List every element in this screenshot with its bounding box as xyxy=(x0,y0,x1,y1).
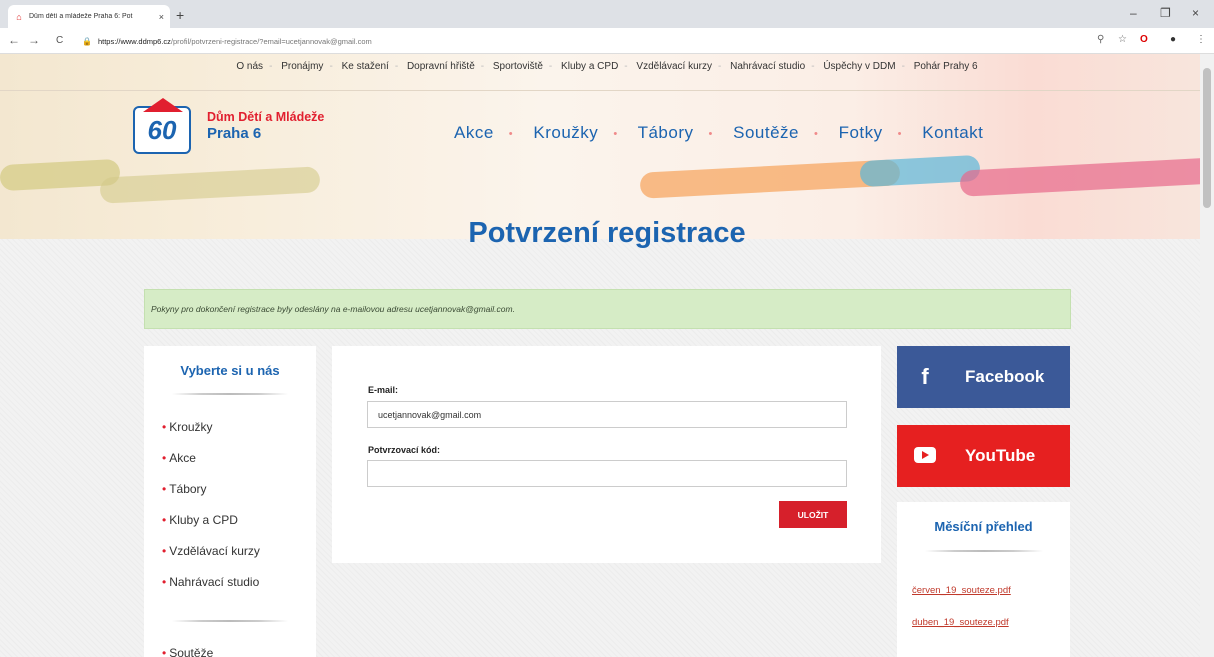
sidebar-item-krouzky[interactable]: • Kroužky xyxy=(162,420,278,451)
mainnav-krouzky[interactable]: Kroužky xyxy=(533,123,598,142)
monthly-divider xyxy=(925,550,1043,552)
logo-number: 60 xyxy=(147,114,177,145)
youtube-button[interactable]: YouTube xyxy=(897,425,1070,487)
opera-extension-icon[interactable]: O xyxy=(1140,34,1148,45)
confirmation-form: E-mail: Potvrzovací kód: ULOŽIT xyxy=(332,346,881,563)
topnav-ke-stazeni[interactable]: Ke stažení xyxy=(342,61,389,72)
sidebar-item-tabory[interactable]: • Tábory xyxy=(162,482,278,513)
site-favicon-icon: ⌂ xyxy=(16,11,22,22)
monthly-link-cerven[interactable]: červen_19_souteze.pdf xyxy=(912,585,1011,596)
email-label: E-mail: xyxy=(368,385,399,395)
page-scrollbar[interactable] xyxy=(1200,54,1214,657)
maximize-button[interactable]: ❐ xyxy=(1160,6,1171,20)
confirmation-code-field[interactable] xyxy=(367,460,847,487)
url-field[interactable]: 🔒 https://www.ddmp6.cz /profil/potvrzeni… xyxy=(82,32,1082,50)
sidebar-item-akce[interactable]: • Akce xyxy=(162,451,278,482)
sidebar-item-nahravaci-studio[interactable]: • Nahrávací studio xyxy=(162,575,278,606)
sidebar-heading: Vyberte si u nás xyxy=(180,363,280,378)
mainnav-souteze[interactable]: Soutěže xyxy=(733,123,799,142)
monthly-link-duben[interactable]: duben_19_souteze.pdf xyxy=(912,617,1009,628)
header-divider xyxy=(0,90,1214,91)
logo-roof-icon xyxy=(143,98,183,112)
top-navigation: O nás - Pronájmy - Ke stažení - Dopravní hř… xyxy=(236,61,978,72)
success-notice: Pokyny pro dokončení registrace byly ode… xyxy=(144,289,1071,329)
topnav-pronajmy[interactable]: Pronájmy xyxy=(281,61,323,72)
topnav-o-nas[interactable]: O nás xyxy=(236,61,263,72)
monthly-heading: Měsíční přehled xyxy=(934,519,1033,534)
sidebar-item-souteze[interactable]: • Soutěže xyxy=(162,646,278,657)
facebook-button[interactable]: f Facebook xyxy=(897,346,1070,408)
extension-icon[interactable]: ● xyxy=(1170,34,1176,45)
topnav-nahravaci-studio[interactable]: Nahrávací studio xyxy=(730,61,805,72)
sidebar-divider-2 xyxy=(172,620,288,622)
topnav-pohar-prahy-6[interactable]: Pohár Prahy 6 xyxy=(914,61,978,72)
scrollbar-thumb[interactable] xyxy=(1203,68,1211,208)
facebook-label: Facebook xyxy=(965,367,1045,386)
address-bar-row: ← → C 🔒 https://www.ddmp6.cz /profil/pot… xyxy=(0,28,1214,54)
brand-name-line1[interactable]: Dům Dětí a Mládeže xyxy=(207,110,324,124)
sidebar: Vyberte si u nás • Kroužky • Akce • Tábory … xyxy=(144,346,316,657)
topnav-uspechy-v-ddm[interactable]: Úspěchy v DDM xyxy=(823,61,895,72)
topnav-kluby-a-cpd[interactable]: Kluby a CPD xyxy=(561,61,618,72)
main-navigation: Akce • Kroužky • Tábory • Soutěže • Fotky • K… xyxy=(454,123,984,142)
sidebar-item-kluby-a-cpd[interactable]: • Kluby a CPD xyxy=(162,513,278,544)
mainnav-fotky[interactable]: Fotky xyxy=(839,123,883,142)
forward-button[interactable]: → xyxy=(28,33,40,47)
close-window-button[interactable]: × xyxy=(1192,6,1199,20)
topnav-dopravni-hriste[interactable]: Dopravní hřiště xyxy=(407,61,475,72)
menu-kebab-icon[interactable]: ⋮ xyxy=(1196,34,1206,45)
mainnav-akce[interactable]: Akce xyxy=(454,123,494,142)
facebook-icon: f xyxy=(921,364,929,389)
page-title: Potvrzení registrace xyxy=(468,217,746,249)
sidebar-divider xyxy=(172,393,288,395)
url-path: /profil/potvrzeni-registrace/?email=ucet… xyxy=(170,36,372,46)
back-button[interactable]: ← xyxy=(8,33,20,47)
tab-title: Dům dětí a mládeže Praha 6: Pot xyxy=(29,13,133,20)
browser-tab[interactable]: ⌂ Dům dětí a mládeže Praha 6: Pot × xyxy=(8,5,170,28)
new-tab-button[interactable]: + xyxy=(176,7,184,23)
web-page: O nás - Pronájmy - Ke stažení - Dopravní hř… xyxy=(0,54,1214,657)
youtube-icon xyxy=(897,443,953,469)
lock-icon: 🔒 xyxy=(82,36,92,46)
minimize-button[interactable]: – xyxy=(1130,6,1137,20)
mainnav-tabory[interactable]: Tábory xyxy=(638,123,694,142)
brand-name-line2[interactable]: Praha 6 xyxy=(207,125,261,142)
reload-button[interactable]: C xyxy=(56,35,63,46)
zoom-icon[interactable]: ⚲ xyxy=(1097,34,1104,45)
sidebar-list: • Kroužky • Akce • Tábory • Kluby a CPD • Vzd… xyxy=(162,420,288,657)
code-label: Potvrzovací kód: xyxy=(368,445,441,455)
youtube-label: YouTube xyxy=(965,446,1036,465)
sidebar-item-vzdelavaci-kurzy[interactable]: • Vzdělávací kurzy xyxy=(162,544,278,575)
topnav-sportoviste[interactable]: Sportoviště xyxy=(493,61,543,72)
save-button[interactable]: ULOŽIT xyxy=(779,501,847,528)
mainnav-kontakt[interactable]: Kontakt xyxy=(922,123,983,142)
browser-tab-bar: ⌂ Dům dětí a mládeže Praha 6: Pot × + – … xyxy=(0,0,1214,28)
email-field[interactable] xyxy=(367,401,847,428)
site-logo[interactable]: 60 xyxy=(133,98,191,154)
tab-close-icon[interactable]: × xyxy=(159,12,164,22)
bookmark-star-icon[interactable]: ☆ xyxy=(1118,34,1127,45)
url-host: https://www.ddmp6.cz xyxy=(97,36,171,46)
topnav-vzdelavaci-kurzy[interactable]: Vzdělávací kurzy xyxy=(636,61,712,72)
monthly-overview: Měsíční přehled červen_19_souteze.pdf du… xyxy=(897,502,1070,657)
